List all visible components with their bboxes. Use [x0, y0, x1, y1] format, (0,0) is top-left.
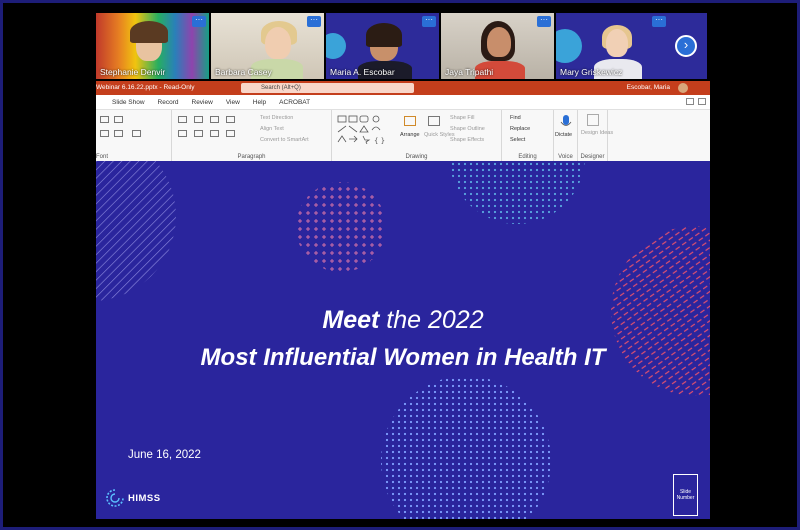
decor-circle-lines [96, 161, 176, 301]
more-options-icon[interactable]: ··· [652, 16, 666, 27]
indent-icon[interactable] [210, 116, 219, 123]
participant-video [606, 29, 628, 57]
comments-icon[interactable] [686, 98, 694, 105]
next-participants-button[interactable]: › [675, 35, 697, 57]
align-right-icon[interactable] [210, 130, 219, 137]
ppt-titlebar: Webinar 6.16.22.pptx - Read-Only Search … [96, 81, 710, 95]
participant-name: Stephanie Denvir [100, 67, 166, 77]
shape-effects-button[interactable]: Shape Effects [450, 137, 484, 143]
shape-fill-button[interactable]: Shape Fill [450, 115, 474, 121]
tab-view[interactable]: View [226, 99, 240, 106]
meeting-window: ··· Stephanie Denvir ··· Barbara Casey ·… [0, 0, 800, 530]
ribbon-group-label: Designer [580, 154, 605, 160]
highlight-icon[interactable] [114, 130, 123, 137]
slide-title-rest: the 2022 [386, 306, 484, 334]
participant-video [265, 27, 291, 59]
more-options-icon[interactable]: ··· [192, 16, 206, 27]
ribbon-group-label: Drawing [405, 154, 428, 160]
ribbon-group-voice: Dictate Voice [554, 110, 578, 162]
ribbon-group-label: Paragraph [237, 154, 266, 160]
slide-number-placeholder: Slide Number [673, 474, 698, 516]
ppt-menubar: Slide Show Record Review View Help ACROB… [96, 95, 710, 109]
text-direction-button[interactable]: Text Direction [260, 115, 293, 121]
microphone-icon[interactable] [560, 114, 572, 130]
ppt-user-name: Escobar, Maria [626, 84, 670, 91]
slide-date: June 16, 2022 [128, 449, 201, 461]
ribbon-group-drawing: { } Arrange Quick Styles Shape Fill Shap… [332, 110, 502, 162]
font-grow-icon[interactable] [114, 116, 123, 123]
find-button[interactable]: Find [510, 115, 521, 121]
align-center-icon[interactable] [194, 130, 203, 137]
participant-name: Maria A. Escobar [330, 67, 395, 77]
participant-video [487, 27, 511, 57]
avatar[interactable] [678, 83, 688, 93]
arrange-button[interactable]: Arrange [400, 132, 420, 138]
powerpoint-window: Webinar 6.16.22.pptx - Read-Only Search … [96, 81, 710, 162]
participant-video-hair [366, 23, 402, 47]
convert-smartart-button[interactable]: Convert to SmartArt [260, 137, 309, 143]
decor-circle-dots-bottom [381, 376, 551, 519]
shape-outline-button[interactable]: Shape Outline [450, 126, 485, 132]
participant-name: Jaya Tripathi [445, 67, 494, 77]
ribbon-group-label: Font [96, 154, 109, 160]
ribbon-group-designer: Design Ideas Designer [578, 110, 613, 162]
ppt-search-input[interactable]: Search (Alt+Q) [241, 83, 414, 93]
participant-name: Barbara Casey [215, 67, 272, 77]
select-button[interactable]: Select [510, 137, 525, 143]
ribbon-group-font: Font [96, 110, 172, 162]
window-controls [686, 98, 706, 105]
align-text-button[interactable]: Align Text [260, 126, 284, 132]
tab-acrobat[interactable]: ACROBAT [279, 99, 310, 106]
more-options-icon[interactable]: ··· [537, 16, 551, 27]
justify-icon[interactable] [226, 130, 235, 137]
share-icon[interactable] [698, 98, 706, 105]
slide-title-line2: Most Influential Women in Health IT [200, 344, 606, 371]
dictate-button[interactable]: Dictate [555, 132, 572, 138]
quick-styles-icon[interactable] [428, 116, 440, 126]
participant-tile[interactable]: ··· Barbara Casey [211, 13, 324, 79]
design-ideas-icon[interactable] [587, 114, 599, 126]
ribbon-group-label: Editing [518, 154, 537, 160]
outdent-icon[interactable] [226, 116, 235, 123]
participant-background-circle [556, 29, 582, 63]
tab-slide-show[interactable]: Slide Show [112, 99, 145, 106]
ribbon-group-editing: Find Replace Select Editing [502, 110, 554, 162]
text-effect-icon[interactable] [132, 130, 141, 137]
decor-circle-plus [296, 182, 386, 272]
himss-logo-text: HIMSS [128, 492, 161, 504]
tab-review[interactable]: Review [192, 99, 213, 106]
numbering-icon[interactable] [194, 116, 203, 123]
more-options-icon[interactable]: ··· [422, 16, 436, 27]
svg-text:{ }: { } [374, 137, 385, 144]
himss-logo-icon [106, 489, 124, 507]
participant-tile[interactable]: ··· Maria A. Escobar [326, 13, 439, 79]
design-ideas-button[interactable]: Design Ideas [581, 130, 613, 136]
slide-decorations [96, 161, 710, 519]
arrange-icon[interactable] [404, 116, 416, 126]
ribbon-group-label: Voice [558, 154, 573, 160]
slide-title-meet: Meet [322, 306, 380, 334]
tab-help[interactable]: Help [253, 99, 266, 106]
decor-circle-dots-top [449, 161, 585, 224]
participant-name: Mary Griskewicz [560, 67, 623, 77]
himss-logo: HIMSS [106, 489, 161, 507]
participant-strip: ··· Stephanie Denvir ··· Barbara Casey ·… [96, 13, 710, 79]
slide-title-line1: Meet the 2022 [96, 306, 710, 335]
ppt-ribbon: Font Text Direction Align Text Convert t… [96, 109, 710, 162]
font-size-icon[interactable] [100, 116, 109, 123]
replace-button[interactable]: Replace [510, 126, 530, 132]
participant-tile[interactable]: ··· Stephanie Denvir [96, 13, 209, 79]
ppt-filename: Webinar 6.16.22.pptx - Read-Only [96, 84, 195, 91]
shapes-gallery-icon[interactable]: { } [336, 114, 394, 144]
more-options-icon[interactable]: ··· [307, 16, 321, 27]
align-left-icon[interactable] [178, 130, 187, 137]
ribbon-group-paragraph: Text Direction Align Text Convert to Sma… [172, 110, 332, 162]
participant-tile[interactable]: ··· Jaya Tripathi [441, 13, 554, 79]
font-color-icon[interactable] [100, 130, 109, 137]
participant-background-circle [326, 33, 346, 59]
tab-record[interactable]: Record [158, 99, 179, 106]
participant-video-hair [130, 21, 168, 43]
slide-canvas: Meet the 2022 Most Influential Women in … [96, 161, 710, 519]
bullets-icon[interactable] [178, 116, 187, 123]
